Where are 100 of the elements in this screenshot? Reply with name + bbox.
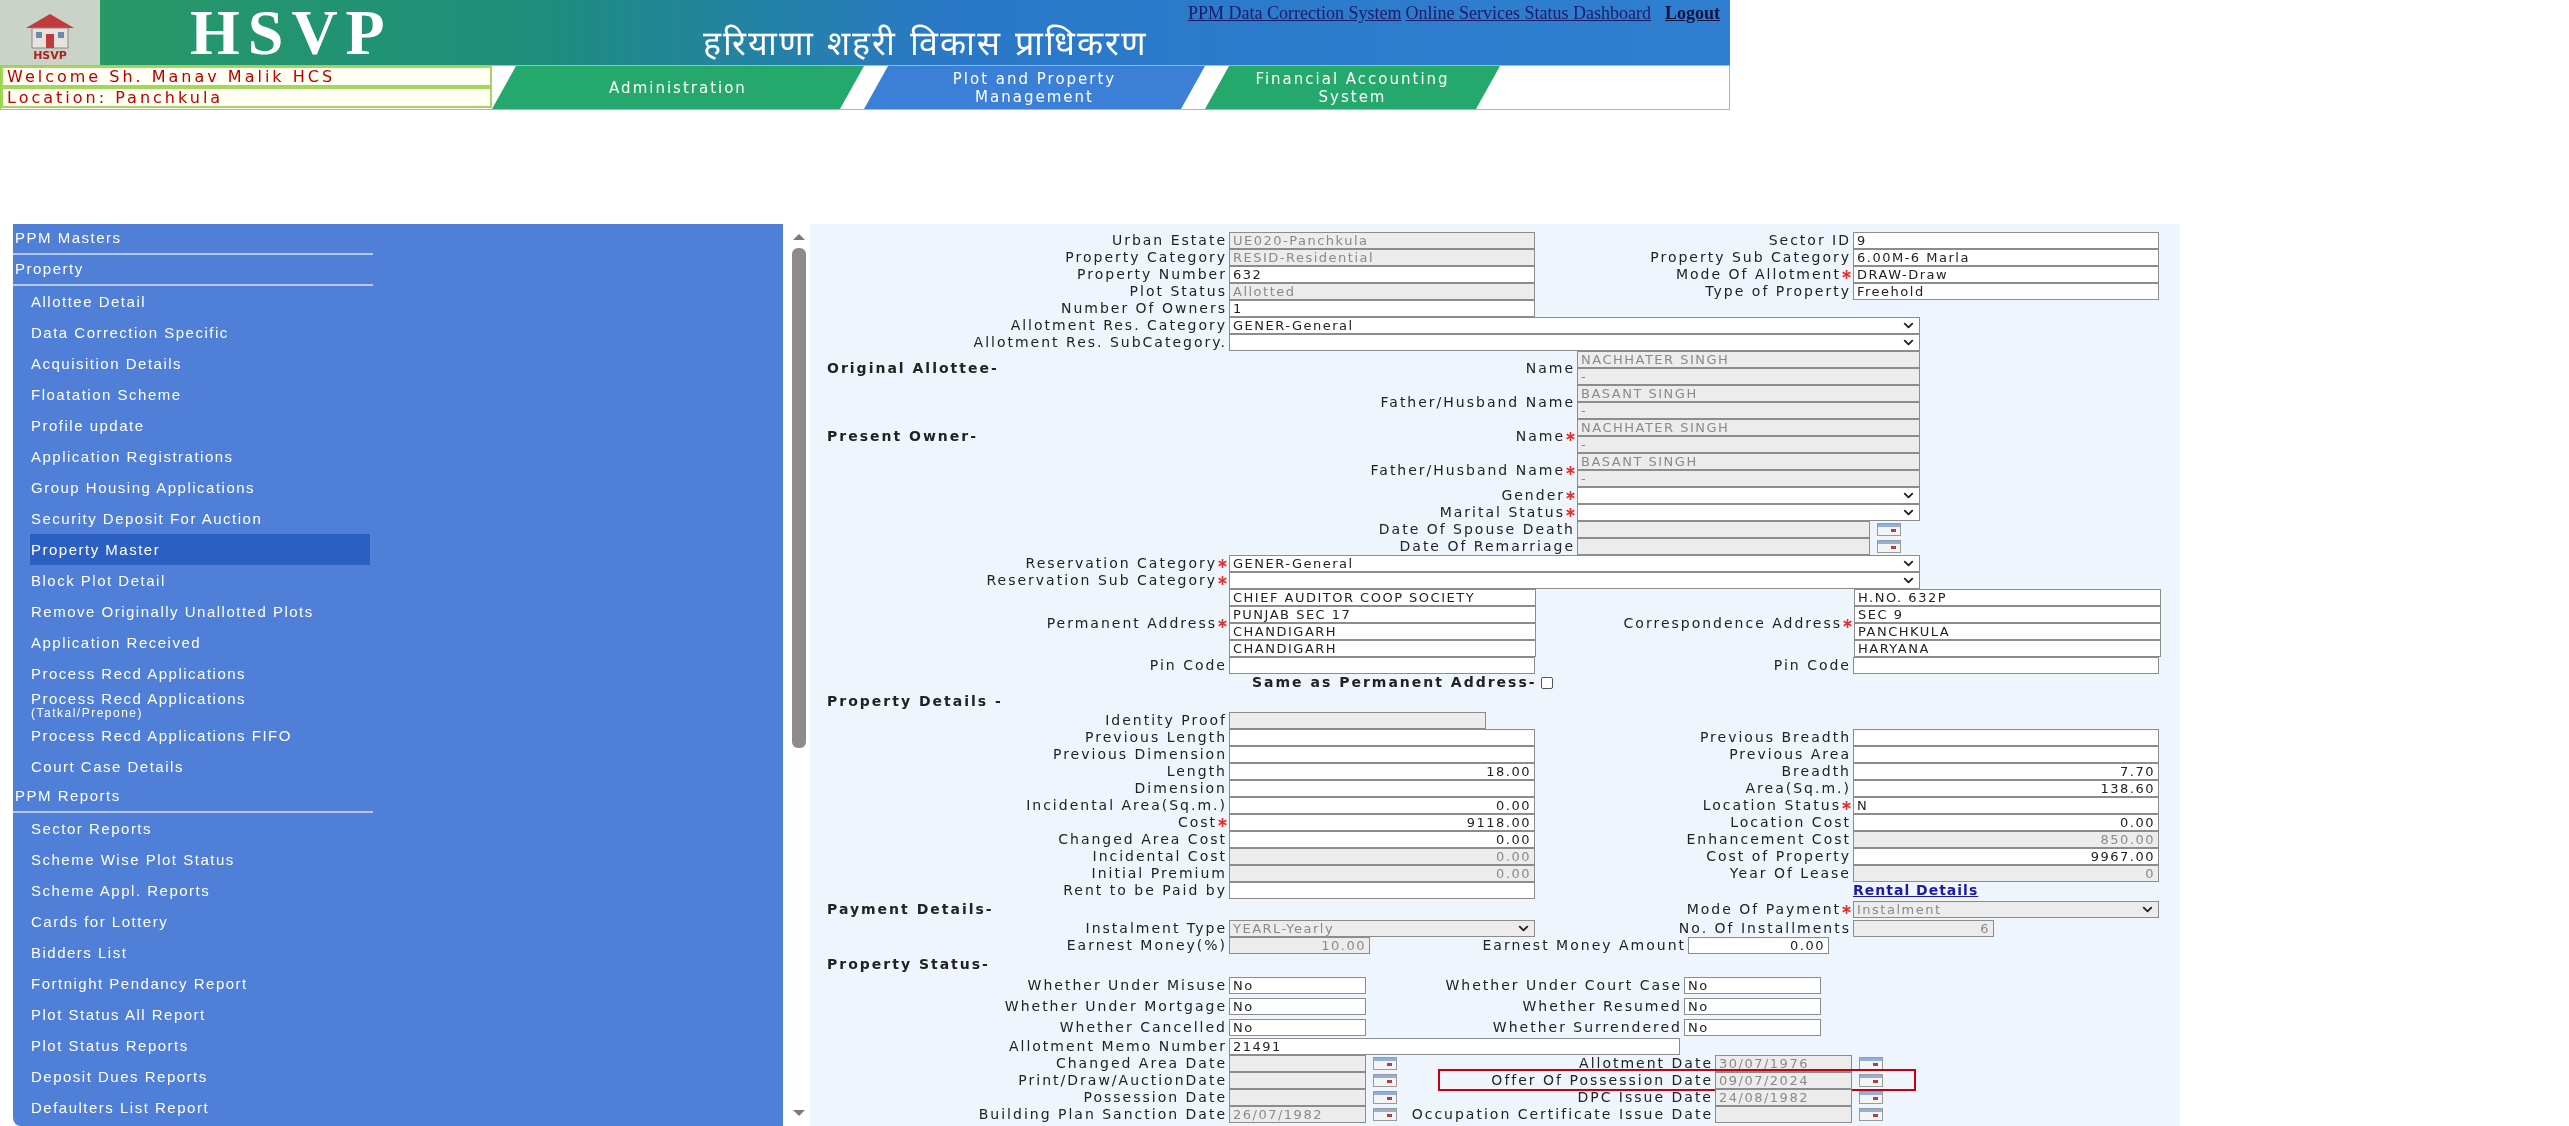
input-field[interactable]: CHIEF AUDITOR COOP SOCIETY: [1229, 589, 1536, 606]
input-field[interactable]: No: [1684, 1019, 1821, 1036]
sidebar-item[interactable]: Process Recd Applications (Tatkal/Prepone): [30, 689, 370, 720]
input-field[interactable]: No: [1684, 998, 1821, 1015]
input-field[interactable]: [1229, 746, 1535, 763]
sidebar-item[interactable]: Block Plot Detail: [30, 565, 370, 596]
sidebar-item[interactable]: Application Received: [30, 627, 370, 658]
sidebar-item[interactable]: Profile update: [30, 410, 370, 441]
field-label: Occupation Certificate Issue Date: [1411, 1108, 1713, 1121]
header-link[interactable]: PPM Data Correction System: [1188, 3, 1402, 23]
sidebar-item[interactable]: Deposit Dues Reports: [30, 1061, 370, 1092]
calendar-icon[interactable]: [1877, 540, 1901, 553]
sidebar-item[interactable]: Process Recd Applications FIFO: [30, 720, 370, 751]
input-field[interactable]: 1: [1229, 300, 1535, 317]
input-field[interactable]: 9118.00: [1229, 814, 1535, 831]
scroll-down-icon[interactable]: [792, 1108, 806, 1118]
input-field[interactable]: [1229, 780, 1535, 797]
input-field[interactable]: [1853, 729, 2159, 746]
select-field[interactable]: GENER-General: [1229, 317, 1920, 334]
sidebar-item[interactable]: Scheme Wise Plot Status: [30, 844, 370, 875]
select-field[interactable]: [1577, 487, 1920, 504]
input-field[interactable]: DRAW-Draw: [1853, 266, 2159, 283]
field-label: Allotment Date: [1579, 1057, 1713, 1070]
input-field[interactable]: H.NO. 632P: [1854, 589, 2161, 606]
sidebar-item[interactable]: Floatation Scheme: [30, 379, 370, 410]
input-field[interactable]: 6.00M-6 Marla: [1853, 249, 2159, 266]
sidebar-item[interactable]: Cards for Lottery: [30, 906, 370, 937]
nav-tab[interactable]: Financial Accounting System: [1205, 66, 1500, 109]
input-field[interactable]: [1229, 657, 1535, 674]
input-field[interactable]: [1229, 882, 1535, 899]
required-icon: [1842, 905, 1851, 914]
scrollbar-thumb[interactable]: [792, 248, 806, 748]
sidebar-section-header[interactable]: Property: [13, 255, 373, 286]
calendar-icon[interactable]: [1859, 1074, 1883, 1087]
input-field[interactable]: [1853, 657, 2159, 674]
input-field[interactable]: 18.00: [1229, 763, 1535, 780]
sidebar-item[interactable]: Group Housing Applications: [30, 472, 370, 503]
sidebar-item[interactable]: Scheme Appl. Reports: [30, 875, 370, 906]
input-field[interactable]: PANCHKULA: [1854, 623, 2161, 640]
input-field[interactable]: 9967.00: [1853, 848, 2159, 865]
sidebar-section-header[interactable]: PPM Reports: [13, 782, 373, 813]
sidebar-item[interactable]: Fortnight Pendancy Report: [30, 968, 370, 999]
sidebar-item[interactable]: Defaulters List Report: [30, 1092, 370, 1123]
field-label: Print/Draw/AuctionDate: [1018, 1074, 1227, 1087]
input-field[interactable]: No: [1229, 998, 1366, 1015]
select-field[interactable]: [1229, 572, 1920, 589]
input-field[interactable]: 9: [1853, 232, 2159, 249]
input-field[interactable]: 0.00: [1688, 937, 1829, 954]
sidebar-item[interactable]: Application Registrations: [30, 441, 370, 472]
select-field[interactable]: [1577, 504, 1920, 521]
select-field[interactable]: [1229, 334, 1920, 351]
sidebar-item[interactable]: Allottee Detail: [30, 286, 370, 317]
sidebar-section-header[interactable]: PPM Masters: [13, 224, 373, 255]
input-field[interactable]: 0.00: [1229, 797, 1535, 814]
input-field[interactable]: SEC 9: [1854, 606, 2161, 623]
sidebar-item[interactable]: Plot Status Reports: [30, 1030, 370, 1061]
calendar-icon[interactable]: [1877, 523, 1901, 536]
calendar-icon[interactable]: [1373, 1108, 1397, 1121]
input-field[interactable]: No: [1229, 1019, 1366, 1036]
sidebar-item[interactable]: Bidders List: [30, 937, 370, 968]
input-field[interactable]: N: [1853, 797, 2159, 814]
input-field[interactable]: 138.60: [1853, 780, 2159, 797]
rental-details-link[interactable]: Rental Details: [1853, 882, 1979, 899]
input-field[interactable]: 632: [1229, 266, 1535, 283]
sidebar-item[interactable]: Property Master: [30, 534, 370, 565]
sidebar-item[interactable]: Sector Reports: [30, 813, 370, 844]
field-label: Mode Of Payment: [1686, 903, 1841, 916]
input-field[interactable]: [1229, 729, 1535, 746]
sidebar-item[interactable]: Remove Originally Unallotted Plots: [30, 596, 370, 627]
sidebar-item[interactable]: Court Case Details: [30, 751, 370, 782]
input-field[interactable]: [1853, 746, 2159, 763]
sidebar-item[interactable]: Security Deposit For Auction: [30, 503, 370, 534]
header-link[interactable]: Online Services Status Dashboard: [1405, 3, 1651, 23]
calendar-icon[interactable]: [1373, 1074, 1397, 1087]
input-field[interactable]: HARYANA: [1854, 640, 2161, 657]
sidebar-item[interactable]: Acquisition Details: [30, 348, 370, 379]
field-label: Allotment Res. Category: [1010, 319, 1227, 332]
calendar-icon[interactable]: [1373, 1091, 1397, 1104]
calendar-icon[interactable]: [1373, 1057, 1397, 1070]
input-field[interactable]: 0.00: [1853, 814, 2159, 831]
input-field[interactable]: PUNJAB SEC 17: [1229, 606, 1536, 623]
logout-link[interactable]: Logout: [1665, 3, 1720, 23]
input-field[interactable]: No: [1229, 977, 1366, 994]
input-field[interactable]: 0.00: [1229, 831, 1535, 848]
nav-tab[interactable]: Plot and Property Management: [864, 66, 1205, 109]
input-field[interactable]: CHANDIGARH: [1229, 623, 1536, 640]
nav-tab[interactable]: Administration: [492, 66, 864, 109]
input-field[interactable]: No: [1684, 977, 1821, 994]
sidebar-item[interactable]: Plot Status All Report: [30, 999, 370, 1030]
input-field[interactable]: CHANDIGARH: [1229, 640, 1536, 657]
scroll-up-icon[interactable]: [792, 232, 806, 242]
input-field[interactable]: 7.70: [1853, 763, 2159, 780]
field-label: Identity Proof: [1105, 714, 1227, 727]
select-field[interactable]: GENER-General: [1229, 555, 1920, 572]
input-field[interactable]: Freehold: [1853, 283, 2159, 300]
required-icon: [1566, 431, 1575, 441]
checkbox[interactable]: [1540, 676, 1553, 689]
input-field[interactable]: 21491: [1229, 1038, 1680, 1055]
sidebar-item[interactable]: Process Recd Applications: [30, 658, 370, 689]
sidebar-item[interactable]: Data Correction Specific: [30, 317, 370, 348]
